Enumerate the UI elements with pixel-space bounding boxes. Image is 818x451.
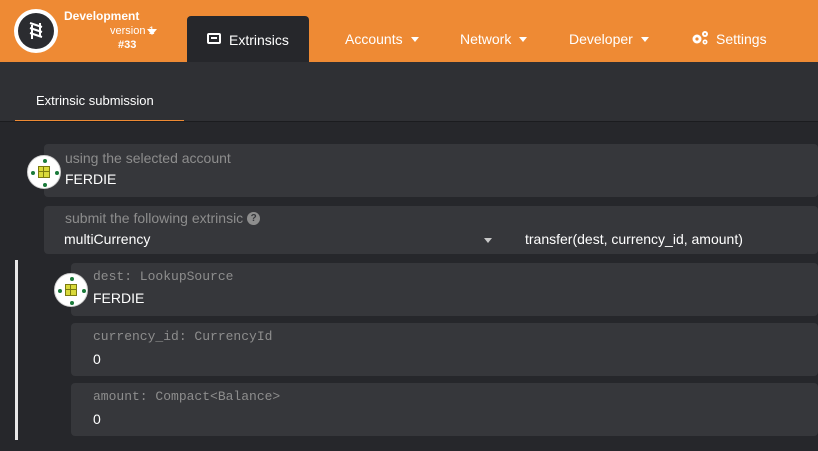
nav-network-label: Network: [460, 31, 512, 47]
extrinsic-label-text: submit the following extrinsic: [65, 210, 244, 226]
param-amount[interactable]: amount: Compact<Balance> 0: [71, 383, 818, 436]
extrinsic-selector-label: submit the following extrinsic?: [65, 210, 261, 226]
chevron-down-icon: [410, 36, 419, 42]
identicon-icon[interactable]: [27, 155, 61, 189]
nav-settings[interactable]: Settings: [716, 31, 767, 47]
extrinsic-method-dropdown[interactable]: transfer(dest, currency_id, amount): [525, 231, 815, 249]
param-currency-id[interactable]: currency_id: CurrencyId 0: [71, 323, 818, 376]
chain-logo-icon[interactable]: [14, 9, 58, 53]
extrinsic-section-dropdown[interactable]: multiCurrency: [64, 231, 500, 249]
param-dest-label: dest: LookupSource: [93, 269, 234, 284]
tab-extrinsic-submission[interactable]: Extrinsic submission: [15, 62, 184, 122]
tab-extrinsics[interactable]: Extrinsics: [187, 16, 309, 62]
question-circle-icon[interactable]: ?: [247, 211, 261, 225]
nav-accounts-label: Accounts: [345, 31, 403, 47]
chevron-down-icon: [640, 36, 649, 42]
param-dest-value: FERDIE: [93, 290, 145, 306]
account-selector[interactable]: using the selected account FERDIE: [44, 144, 818, 197]
identicon-icon[interactable]: [54, 273, 88, 307]
account-selector-label: using the selected account: [65, 150, 231, 166]
cogs-icon: [692, 31, 708, 45]
chevron-down-icon[interactable]: [484, 238, 492, 243]
chain-info[interactable]: Development version 1 #33: [64, 9, 155, 51]
account-selector-value: FERDIE: [65, 171, 117, 187]
nav-developer[interactable]: Developer: [569, 31, 649, 47]
param-dest[interactable]: dest: LookupSource FERDIE: [71, 263, 818, 316]
top-navbar: Development version 1 #33 Extrinsics Acc…: [0, 0, 818, 62]
param-amount-label: amount: Compact<Balance>: [93, 389, 281, 404]
param-currency-id-label: currency_id: CurrencyId: [93, 329, 273, 344]
param-amount-input[interactable]: 0: [93, 411, 101, 427]
param-currency-id-input[interactable]: 0: [93, 351, 101, 367]
chain-name: Development: [64, 9, 140, 23]
chevron-down-icon[interactable]: [147, 29, 157, 35]
tab-extrinsics-label: Extrinsics: [229, 32, 289, 48]
nav-settings-label: Settings: [716, 31, 767, 47]
chain-block-number: #33: [118, 39, 137, 51]
divider: [0, 121, 818, 122]
extrinsic-method-value: transfer(dest, currency_id, amount): [525, 231, 743, 247]
params-rail: [15, 260, 18, 440]
tab-extrinsic-submission-label: Extrinsic submission: [36, 93, 154, 108]
nav-accounts[interactable]: Accounts: [345, 31, 419, 47]
chevron-down-icon: [519, 36, 528, 42]
extrinsic-section-value: multiCurrency: [64, 231, 151, 247]
nav-developer-label: Developer: [569, 31, 633, 47]
nav-network[interactable]: Network: [460, 31, 528, 47]
file-code-icon: [207, 33, 221, 44]
